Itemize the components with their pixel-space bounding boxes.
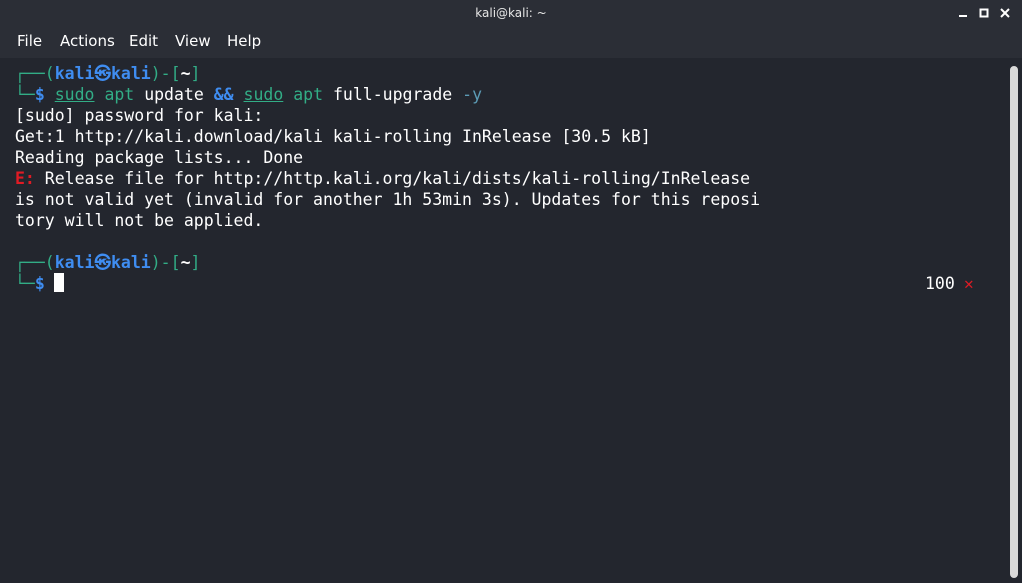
error-line: E: Release file for http://http.kali.org… — [15, 168, 750, 189]
prompt-separator: )-[ — [150, 253, 181, 272]
cmd-apt: apt — [104, 85, 135, 104]
output-line: Get:1 http://kali.download/kali kali-rol… — [15, 127, 651, 146]
minimize-button[interactable] — [954, 4, 972, 22]
cmd-and: && — [213, 85, 234, 104]
prompt-dollar: $ — [34, 85, 45, 104]
cmd-flag: -y — [462, 85, 483, 104]
menu-file[interactable]: File — [17, 32, 42, 50]
menu-bar: File Actions Edit View Help — [0, 26, 1022, 58]
error-prefix: E: — [15, 169, 35, 188]
prompt-lead: └─ — [15, 274, 35, 293]
prompt-host: kali — [111, 253, 151, 272]
exit-status: 100 — [925, 274, 955, 293]
terminal-window: kali@kali: ~ File Actions Edit View Help… — [0, 0, 1022, 583]
text-cursor — [54, 273, 64, 292]
error-line: tory will not be applied. — [15, 211, 264, 230]
cmd-sudo: sudo — [243, 85, 284, 104]
prompt-line-top: ┌──(kali㉿kali)-[~] — [15, 63, 200, 84]
error-text: Release file for http://http.kali.org/ka… — [34, 169, 751, 188]
prompt-lead: └─ — [15, 85, 35, 104]
cmd-arg: full-upgrade — [332, 85, 453, 104]
prompt-dir: ~ — [180, 253, 191, 272]
prompt-bracket: ┌──( — [15, 64, 55, 83]
input-line[interactable]: └─$ — [15, 273, 45, 294]
prompt-dir: ~ — [180, 64, 191, 83]
menu-help[interactable]: Help — [227, 32, 261, 50]
prompt-separator: )-[ — [150, 64, 181, 83]
prompt-dollar: $ — [34, 274, 45, 293]
menu-edit[interactable]: Edit — [129, 32, 158, 50]
prompt-bracket: ┌──( — [15, 253, 55, 272]
prompt-host: kali — [111, 64, 151, 83]
prompt-user: kali — [54, 64, 95, 83]
window-title: kali@kali: ~ — [475, 6, 547, 20]
prompt-bracket-close: ] — [190, 64, 201, 83]
output-line: [sudo] password for kali: — [15, 106, 264, 125]
prompt-at-icon: ㉿ — [94, 253, 112, 272]
maximize-button[interactable] — [975, 4, 993, 22]
close-icon — [1000, 8, 1010, 18]
menu-actions[interactable]: Actions — [60, 32, 115, 50]
prompt-line-top: ┌──(kali㉿kali)-[~] — [15, 252, 200, 273]
menu-view[interactable]: View — [175, 32, 211, 50]
prompt-bracket-close: ] — [190, 253, 201, 272]
command-line: └─$ sudo apt update && sudo apt full-upg… — [15, 84, 482, 105]
minimize-icon — [959, 15, 967, 17]
close-button[interactable] — [996, 4, 1014, 22]
cmd-apt: apt — [293, 85, 324, 104]
title-bar[interactable]: kali@kali: ~ — [0, 0, 1022, 26]
terminal-output[interactable]: ┌──(kali㉿kali)-[~] └─$ sudo apt update &… — [0, 58, 1006, 583]
error-line: is not valid yet (invalid for another 1h… — [15, 190, 761, 209]
prompt-at-icon: ㉿ — [94, 64, 112, 83]
maximize-icon — [979, 8, 989, 18]
cmd-arg: update — [144, 85, 204, 104]
prompt-user: kali — [54, 253, 95, 272]
scrollbar-thumb[interactable] — [1010, 66, 1018, 578]
output-line: Reading package lists... Done — [15, 148, 304, 167]
scrollbar[interactable] — [1006, 58, 1022, 583]
cmd-sudo: sudo — [54, 85, 95, 104]
exit-error-icon: ✕ — [964, 274, 974, 293]
